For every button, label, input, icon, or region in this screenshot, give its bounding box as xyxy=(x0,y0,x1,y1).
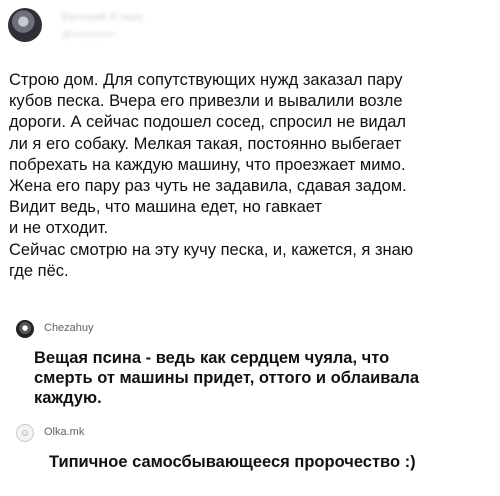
post-line: где пёс. xyxy=(9,261,69,280)
post-line: Строю дом. Для сопутствующих нужд заказа… xyxy=(9,71,403,89)
author-info: Евгений Р-ных @ivkmnbm xyxy=(62,12,143,39)
post-line: дороги. А сейчас подошел сосед, спросил … xyxy=(9,113,407,132)
post-header: Евгений Р-ных @ivkmnbm xyxy=(8,6,492,46)
comment-line: Типичное самосбывающееся пророчество :) xyxy=(49,453,416,471)
comment-text: Типичное самосбывающееся пророчество :) xyxy=(49,452,489,472)
post-line: ли я его собаку. Мелкая такая, постоянно… xyxy=(9,134,402,153)
default-avatar-icon: ☺ xyxy=(19,427,31,439)
commenter-avatar[interactable]: ☺ xyxy=(16,424,34,442)
comment-username[interactable]: Olka.mk xyxy=(44,426,84,438)
comment-line: смерть от машины придет, оттого и облаив… xyxy=(34,369,420,387)
post-line: Видит ведь, что машина едет, но гавкает xyxy=(9,198,322,217)
commenter-avatar[interactable] xyxy=(16,320,34,338)
post-line: Жена его пару раз чуть не задавила, сдав… xyxy=(9,177,407,196)
comment-username[interactable]: Chezahuy xyxy=(44,322,94,334)
author-subtitle: @ivkmnbm xyxy=(62,29,116,39)
post-line: побрехать на каждую машину, что проезжае… xyxy=(9,155,406,174)
post-line: Сейчас смотрю на эту кучу песка, и, каже… xyxy=(9,240,414,259)
post-line: кубов песка. Вчера его привезли и вывали… xyxy=(9,92,403,111)
comment-line: Вещая псина - ведь как сердцем чуяла, чт… xyxy=(34,349,390,367)
author-name[interactable]: Евгений Р-ных xyxy=(62,12,143,23)
post-line: и не отходит. xyxy=(9,219,109,238)
post-text: Строю дом. Для сопутствующих нужд заказа… xyxy=(9,70,493,282)
comment-line: каждую. xyxy=(34,389,102,407)
author-avatar[interactable] xyxy=(8,8,42,42)
comment-text: Вещая псина - ведь как сердцем чуяла, чт… xyxy=(34,348,474,408)
